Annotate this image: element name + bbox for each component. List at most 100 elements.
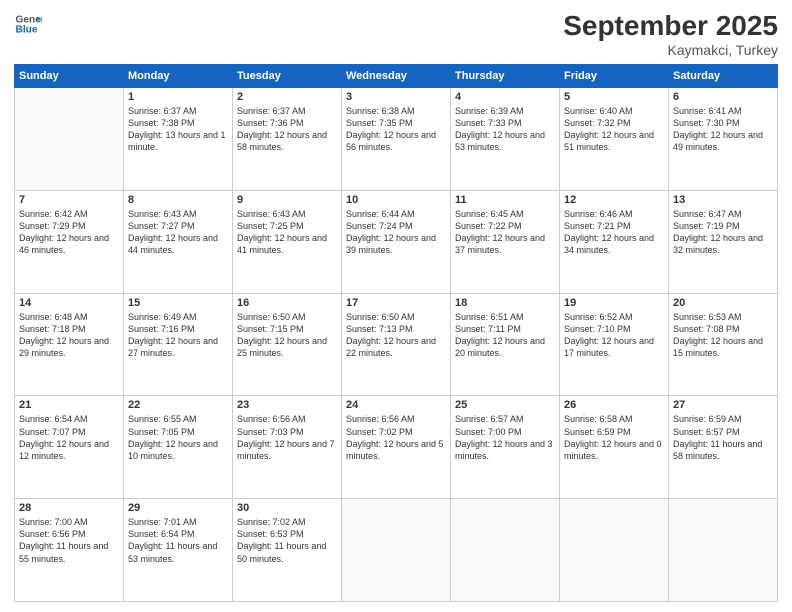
- calendar-cell: 22 Sunrise: 6:55 AMSunset: 7:05 PMDaylig…: [124, 396, 233, 499]
- cell-content: Sunrise: 6:52 AMSunset: 7:10 PMDaylight:…: [564, 311, 664, 360]
- calendar-week-4: 21 Sunrise: 6:54 AMSunset: 7:07 PMDaylig…: [15, 396, 778, 499]
- cell-content: Sunrise: 7:01 AMSunset: 6:54 PMDaylight:…: [128, 516, 228, 565]
- calendar-cell: 11 Sunrise: 6:45 AMSunset: 7:22 PMDaylig…: [451, 190, 560, 293]
- day-number: 28: [19, 502, 119, 514]
- calendar-cell: 17 Sunrise: 6:50 AMSunset: 7:13 PMDaylig…: [342, 293, 451, 396]
- calendar-week-5: 28 Sunrise: 7:00 AMSunset: 6:56 PMDaylig…: [15, 499, 778, 602]
- calendar-cell: 26 Sunrise: 6:58 AMSunset: 6:59 PMDaylig…: [560, 396, 669, 499]
- day-number: 11: [455, 194, 555, 206]
- day-number: 9: [237, 194, 337, 206]
- day-header-monday: Monday: [124, 65, 233, 88]
- day-number: 26: [564, 399, 664, 411]
- subtitle: Kaymakci, Turkey: [563, 42, 778, 58]
- calendar-cell: 2 Sunrise: 6:37 AMSunset: 7:36 PMDayligh…: [233, 88, 342, 191]
- calendar-cell: 12 Sunrise: 6:46 AMSunset: 7:21 PMDaylig…: [560, 190, 669, 293]
- cell-content: Sunrise: 6:55 AMSunset: 7:05 PMDaylight:…: [128, 413, 228, 462]
- calendar-cell: 15 Sunrise: 6:49 AMSunset: 7:16 PMDaylig…: [124, 293, 233, 396]
- calendar-cell: 10 Sunrise: 6:44 AMSunset: 7:24 PMDaylig…: [342, 190, 451, 293]
- day-header-friday: Friday: [560, 65, 669, 88]
- calendar-cell: 6 Sunrise: 6:41 AMSunset: 7:30 PMDayligh…: [669, 88, 778, 191]
- calendar-cell: 14 Sunrise: 6:48 AMSunset: 7:18 PMDaylig…: [15, 293, 124, 396]
- day-number: 4: [455, 91, 555, 103]
- day-number: 22: [128, 399, 228, 411]
- calendar-cell: 4 Sunrise: 6:39 AMSunset: 7:33 PMDayligh…: [451, 88, 560, 191]
- cell-content: Sunrise: 6:42 AMSunset: 7:29 PMDaylight:…: [19, 208, 119, 257]
- cell-content: Sunrise: 6:56 AMSunset: 7:03 PMDaylight:…: [237, 413, 337, 462]
- day-number: 24: [346, 399, 446, 411]
- svg-text:Blue: Blue: [16, 25, 38, 36]
- cell-content: Sunrise: 6:46 AMSunset: 7:21 PMDaylight:…: [564, 208, 664, 257]
- calendar-cell: 24 Sunrise: 6:56 AMSunset: 7:02 PMDaylig…: [342, 396, 451, 499]
- day-number: 21: [19, 399, 119, 411]
- day-number: 25: [455, 399, 555, 411]
- page: General Blue September 2025 Kaymakci, Tu…: [0, 0, 792, 612]
- day-number: 27: [673, 399, 773, 411]
- calendar-cell: 27 Sunrise: 6:59 AMSunset: 6:57 PMDaylig…: [669, 396, 778, 499]
- cell-content: Sunrise: 6:58 AMSunset: 6:59 PMDaylight:…: [564, 413, 664, 462]
- calendar-week-2: 7 Sunrise: 6:42 AMSunset: 7:29 PMDayligh…: [15, 190, 778, 293]
- cell-content: Sunrise: 6:43 AMSunset: 7:27 PMDaylight:…: [128, 208, 228, 257]
- calendar-cell: 8 Sunrise: 6:43 AMSunset: 7:27 PMDayligh…: [124, 190, 233, 293]
- cell-content: Sunrise: 6:59 AMSunset: 6:57 PMDaylight:…: [673, 413, 773, 462]
- day-number: 15: [128, 297, 228, 309]
- logo: General Blue: [14, 10, 42, 38]
- day-number: 5: [564, 91, 664, 103]
- calendar-cell: 21 Sunrise: 6:54 AMSunset: 7:07 PMDaylig…: [15, 396, 124, 499]
- logo-icon: General Blue: [14, 10, 42, 38]
- cell-content: Sunrise: 6:49 AMSunset: 7:16 PMDaylight:…: [128, 311, 228, 360]
- calendar-body: 1 Sunrise: 6:37 AMSunset: 7:38 PMDayligh…: [15, 88, 778, 602]
- calendar-cell: 30 Sunrise: 7:02 AMSunset: 6:53 PMDaylig…: [233, 499, 342, 602]
- title-block: September 2025 Kaymakci, Turkey: [563, 10, 778, 58]
- calendar-week-3: 14 Sunrise: 6:48 AMSunset: 7:18 PMDaylig…: [15, 293, 778, 396]
- cell-content: Sunrise: 6:51 AMSunset: 7:11 PMDaylight:…: [455, 311, 555, 360]
- calendar-week-1: 1 Sunrise: 6:37 AMSunset: 7:38 PMDayligh…: [15, 88, 778, 191]
- calendar-cell: [451, 499, 560, 602]
- cell-content: Sunrise: 6:54 AMSunset: 7:07 PMDaylight:…: [19, 413, 119, 462]
- cell-content: Sunrise: 6:50 AMSunset: 7:15 PMDaylight:…: [237, 311, 337, 360]
- day-number: 13: [673, 194, 773, 206]
- cell-content: Sunrise: 6:56 AMSunset: 7:02 PMDaylight:…: [346, 413, 446, 462]
- day-number: 1: [128, 91, 228, 103]
- calendar-cell: 29 Sunrise: 7:01 AMSunset: 6:54 PMDaylig…: [124, 499, 233, 602]
- day-number: 20: [673, 297, 773, 309]
- cell-content: Sunrise: 6:39 AMSunset: 7:33 PMDaylight:…: [455, 105, 555, 154]
- day-header-sunday: Sunday: [15, 65, 124, 88]
- day-number: 12: [564, 194, 664, 206]
- cell-content: Sunrise: 6:41 AMSunset: 7:30 PMDaylight:…: [673, 105, 773, 154]
- cell-content: Sunrise: 6:53 AMSunset: 7:08 PMDaylight:…: [673, 311, 773, 360]
- cell-content: Sunrise: 6:48 AMSunset: 7:18 PMDaylight:…: [19, 311, 119, 360]
- calendar-cell: [669, 499, 778, 602]
- day-number: 18: [455, 297, 555, 309]
- day-number: 8: [128, 194, 228, 206]
- main-title: September 2025: [563, 10, 778, 42]
- day-number: 29: [128, 502, 228, 514]
- cell-content: Sunrise: 6:37 AMSunset: 7:38 PMDaylight:…: [128, 105, 228, 154]
- cell-content: Sunrise: 6:50 AMSunset: 7:13 PMDaylight:…: [346, 311, 446, 360]
- cell-content: Sunrise: 6:45 AMSunset: 7:22 PMDaylight:…: [455, 208, 555, 257]
- day-number: 16: [237, 297, 337, 309]
- calendar-cell: [15, 88, 124, 191]
- day-number: 3: [346, 91, 446, 103]
- day-number: 7: [19, 194, 119, 206]
- day-number: 17: [346, 297, 446, 309]
- day-header-wednesday: Wednesday: [342, 65, 451, 88]
- day-header-tuesday: Tuesday: [233, 65, 342, 88]
- calendar-cell: 9 Sunrise: 6:43 AMSunset: 7:25 PMDayligh…: [233, 190, 342, 293]
- calendar-table: SundayMondayTuesdayWednesdayThursdayFrid…: [14, 64, 778, 602]
- cell-content: Sunrise: 6:43 AMSunset: 7:25 PMDaylight:…: [237, 208, 337, 257]
- calendar-cell: 1 Sunrise: 6:37 AMSunset: 7:38 PMDayligh…: [124, 88, 233, 191]
- cell-content: Sunrise: 6:47 AMSunset: 7:19 PMDaylight:…: [673, 208, 773, 257]
- cell-content: Sunrise: 6:57 AMSunset: 7:00 PMDaylight:…: [455, 413, 555, 462]
- day-number: 6: [673, 91, 773, 103]
- calendar-cell: 28 Sunrise: 7:00 AMSunset: 6:56 PMDaylig…: [15, 499, 124, 602]
- day-header-thursday: Thursday: [451, 65, 560, 88]
- cell-content: Sunrise: 7:00 AMSunset: 6:56 PMDaylight:…: [19, 516, 119, 565]
- calendar-cell: 3 Sunrise: 6:38 AMSunset: 7:35 PMDayligh…: [342, 88, 451, 191]
- calendar-cell: 19 Sunrise: 6:52 AMSunset: 7:10 PMDaylig…: [560, 293, 669, 396]
- day-header-saturday: Saturday: [669, 65, 778, 88]
- calendar-cell: 20 Sunrise: 6:53 AMSunset: 7:08 PMDaylig…: [669, 293, 778, 396]
- day-number: 23: [237, 399, 337, 411]
- calendar-cell: 7 Sunrise: 6:42 AMSunset: 7:29 PMDayligh…: [15, 190, 124, 293]
- cell-content: Sunrise: 6:38 AMSunset: 7:35 PMDaylight:…: [346, 105, 446, 154]
- calendar-cell: 13 Sunrise: 6:47 AMSunset: 7:19 PMDaylig…: [669, 190, 778, 293]
